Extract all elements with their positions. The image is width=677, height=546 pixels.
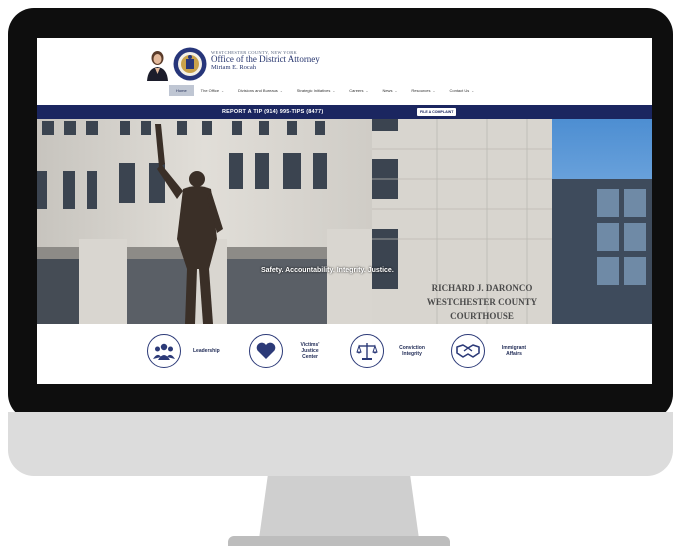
scales-icon [350,334,384,368]
courthouse-photo: RICHARD J. DARONCO WESTCHESTER COUNTY CO… [37,119,652,324]
handshake-icon [451,334,485,368]
feature-label: Victims' Justice Center [300,342,320,360]
nav-label: Home [176,88,187,93]
site-header: WESTCHESTER COUNTY, NEW YORK Office of t… [37,38,652,96]
monitor-stand-base [228,536,450,546]
feature-immigrant-affairs[interactable]: Immigrant Affairs [451,334,529,368]
nav-label: Strategic Initiatives [296,88,331,93]
hero-tagline: Safety. Accountability. Integrity. Justi… [261,267,394,274]
feature-label: Conviction Integrity [399,345,425,357]
nav-label: Resources [411,88,431,93]
nav-item-news[interactable]: News ⌄ [375,85,404,96]
da-name: Miriam E. Rocah [211,64,256,71]
chevron-down-icon: ⌄ [221,88,224,93]
chevron-down-icon: ⌄ [279,88,283,93]
district-attorney-portrait [145,47,170,81]
chevron-down-icon: ⌄ [471,88,475,93]
feature-conviction-integrity[interactable]: Conviction Integrity [350,334,428,368]
people-icon [147,334,181,368]
chevron-down-icon: ⌄ [365,88,369,93]
nav-item-divisions[interactable]: Divisions and Bureaus ⌄ [231,85,290,96]
hero-banner: RICHARD J. DARONCO WESTCHESTER COUNTY CO… [37,119,652,324]
nav-label: Contact Us [449,88,470,93]
nav-label: Divisions and Bureaus [238,88,278,93]
new-york-seal-logo [173,47,207,81]
browser-screen: WESTCHESTER COUNTY, NEW YORK Office of t… [37,38,652,384]
nav-item-contact[interactable]: Contact Us ⌄ [442,85,481,96]
chevron-down-icon: ⌄ [394,88,398,93]
nav-label: News [382,88,393,93]
nav-item-the-office[interactable]: The Office ⌄ [194,85,231,96]
chevron-down-icon: ⌄ [332,88,336,93]
nav-item-resources[interactable]: Resources ⌄ [404,85,442,96]
nav-item-home[interactable]: Home [169,85,194,96]
courthouse-sign-line1: RICHARD J. DARONCO [432,283,533,293]
chevron-down-icon: ⌄ [432,88,436,93]
main-nav: Home The Office ⌄ Divisions and Bureaus ⌄ … [169,85,481,96]
report-tip-text[interactable]: REPORT A TIP (914) 995-TIPS (8477) [222,109,323,115]
feature-label: Leadership [193,348,220,354]
nav-label: The Office [200,88,220,93]
office-title: Office of the District Attorney [211,54,320,64]
feature-victims-justice[interactable]: Victims' Justice Center [249,334,323,368]
monitor-chin [8,412,673,476]
file-complaint-button[interactable]: FILE A COMPLAINT [417,108,457,116]
nav-item-careers[interactable]: Careers ⌄ [342,85,375,96]
site-title-block[interactable]: WESTCHESTER COUNTY, NEW YORK Office of t… [211,50,320,71]
nav-label: Careers [349,88,364,93]
heart-icon [249,334,283,368]
courthouse-sign-line2: WESTCHESTER COUNTY [427,297,538,307]
courthouse-sign-line3: COURTHOUSE [450,311,514,321]
feature-leadership[interactable]: Leadership [147,334,220,368]
report-tip-bar: REPORT A TIP (914) 995-TIPS (8477) FILE … [37,105,652,119]
feature-links: Leadership Victims' Justice Center Convi… [37,324,652,384]
feature-label: Immigrant Affairs [501,345,527,357]
nav-item-strategic[interactable]: Strategic Initiatives ⌄ [290,85,343,96]
